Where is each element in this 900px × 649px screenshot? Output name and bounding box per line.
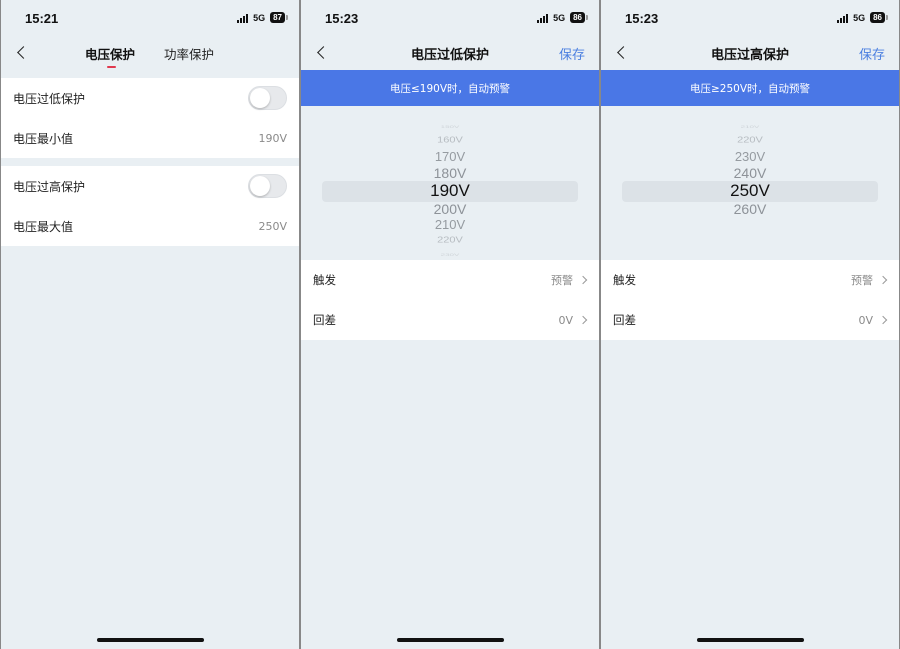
- nav-bar: 电压过低保护 保存: [301, 36, 599, 70]
- row-label: 触发: [313, 273, 336, 287]
- settings-group: 触发 预警 回差 0V: [601, 260, 899, 340]
- chevron-right-icon: [878, 315, 888, 325]
- network-type: 5G: [853, 12, 866, 23]
- page-title: 电压过高保护: [710, 48, 789, 63]
- row-label: 回差: [313, 313, 336, 327]
- chevron-right-icon: [578, 275, 588, 285]
- screen-high-voltage-protection: 15:23 5G 86 电压过高保护 保存 电压≥250V时，自动预警 210V…: [601, 0, 899, 649]
- home-indicator: [397, 638, 504, 642]
- trigger-row[interactable]: 触发 预警: [601, 260, 899, 300]
- status-time: 15:21: [25, 11, 59, 26]
- tab-power-protection[interactable]: 功率保护: [164, 44, 214, 63]
- status-time: 15:23: [625, 11, 659, 26]
- chevron-right-icon: [878, 275, 888, 285]
- voltage-picker[interactable]: 210V 220V 230V 240V 250V 260V: [601, 106, 899, 260]
- network-type: 5G: [253, 12, 266, 23]
- tab-bar: 电压保护 功率保护: [1, 44, 299, 72]
- hysteresis-row[interactable]: 回差 0V: [601, 300, 899, 340]
- high-voltage-toggle[interactable]: [248, 174, 287, 198]
- picker-option[interactable]: 240V: [601, 165, 899, 181]
- screen-voltage-protection: 15:21 5G 87 电压保护 功率保护 电压过低保护 电压最小值 190V …: [1, 0, 299, 649]
- max-voltage-value: 250V: [258, 219, 287, 233]
- picker-option[interactable]: 170V: [301, 149, 599, 164]
- page-title: 电压过低保护: [410, 48, 489, 63]
- status-bar: 15:21 5G 87: [1, 0, 299, 36]
- settings-group: 触发 预警 回差 0V: [301, 260, 599, 340]
- picker-selected-value[interactable]: 190V: [301, 181, 599, 201]
- row-label: 回差: [613, 313, 636, 327]
- row-label: 电压最大值: [13, 219, 74, 234]
- picker-option[interactable]: 230V: [601, 149, 899, 164]
- save-button[interactable]: 保存: [859, 44, 885, 63]
- trigger-value: 预警: [851, 274, 873, 287]
- chevron-right-icon: [578, 315, 588, 325]
- battery-icon: 87: [270, 12, 288, 23]
- nav-bar: 电压过高保护 保存: [601, 36, 899, 70]
- battery-icon: 86: [570, 12, 588, 23]
- picker-option[interactable]: 260V: [601, 201, 899, 217]
- picker-option[interactable]: 220V: [301, 236, 599, 245]
- tab-indicator: [107, 66, 116, 68]
- hysteresis-value: 0V: [858, 313, 873, 327]
- trigger-value: 预警: [551, 274, 573, 287]
- home-indicator: [97, 638, 204, 642]
- signal-icon: [237, 13, 249, 23]
- high-voltage-group: 电压过高保护 电压最大值 250V: [1, 166, 299, 246]
- status-bar: 15:23 5G 86: [301, 0, 599, 36]
- picker-option[interactable]: 200V: [301, 201, 599, 217]
- low-voltage-group: 电压过低保护 电压最小值 190V: [1, 78, 299, 158]
- hysteresis-row[interactable]: 回差 0V: [301, 300, 599, 340]
- min-voltage-row[interactable]: 电压最小值 190V: [1, 118, 299, 158]
- picker-option[interactable]: 230V: [301, 252, 599, 257]
- voltage-picker[interactable]: 150V 160V 170V 180V 190V 200V 210V 220V 230V: [301, 106, 599, 260]
- save-button[interactable]: 保存: [559, 44, 585, 63]
- picker-option[interactable]: 160V: [301, 136, 599, 145]
- screen-low-voltage-protection: 15:23 5G 86 电压过低保护 保存 电压≤190V时，自动预警 150V…: [301, 0, 599, 649]
- max-voltage-row[interactable]: 电压最大值 250V: [1, 206, 299, 246]
- row-label: 触发: [613, 273, 636, 287]
- status-bar: 15:23 5G 86: [601, 0, 899, 36]
- picker-option[interactable]: 180V: [301, 165, 599, 181]
- picker-option[interactable]: 220V: [601, 136, 899, 145]
- low-voltage-row: 电压过低保护: [1, 78, 299, 118]
- row-label: 电压过低保护: [13, 91, 86, 106]
- row-label: 电压过高保护: [13, 179, 86, 194]
- info-banner: 电压≥250V时，自动预警: [601, 70, 899, 106]
- network-type: 5G: [553, 12, 566, 23]
- row-label: 电压最小值: [13, 131, 74, 146]
- min-voltage-value: 190V: [258, 131, 287, 145]
- battery-icon: 86: [870, 12, 888, 23]
- picker-option[interactable]: 210V: [301, 217, 599, 232]
- trigger-row[interactable]: 触发 预警: [301, 260, 599, 300]
- picker-option[interactable]: 150V: [301, 124, 599, 129]
- signal-icon: [537, 13, 549, 23]
- high-voltage-row: 电压过高保护: [1, 166, 299, 206]
- status-time: 15:23: [325, 11, 359, 26]
- tab-voltage-protection[interactable]: 电压保护: [85, 44, 135, 63]
- home-indicator: [697, 638, 804, 642]
- low-voltage-toggle[interactable]: [248, 86, 287, 110]
- picker-selected-value[interactable]: 250V: [601, 181, 899, 201]
- info-banner: 电压≤190V时，自动预警: [301, 70, 599, 106]
- hysteresis-value: 0V: [558, 313, 573, 327]
- picker-option[interactable]: 210V: [601, 124, 899, 129]
- signal-icon: [837, 13, 849, 23]
